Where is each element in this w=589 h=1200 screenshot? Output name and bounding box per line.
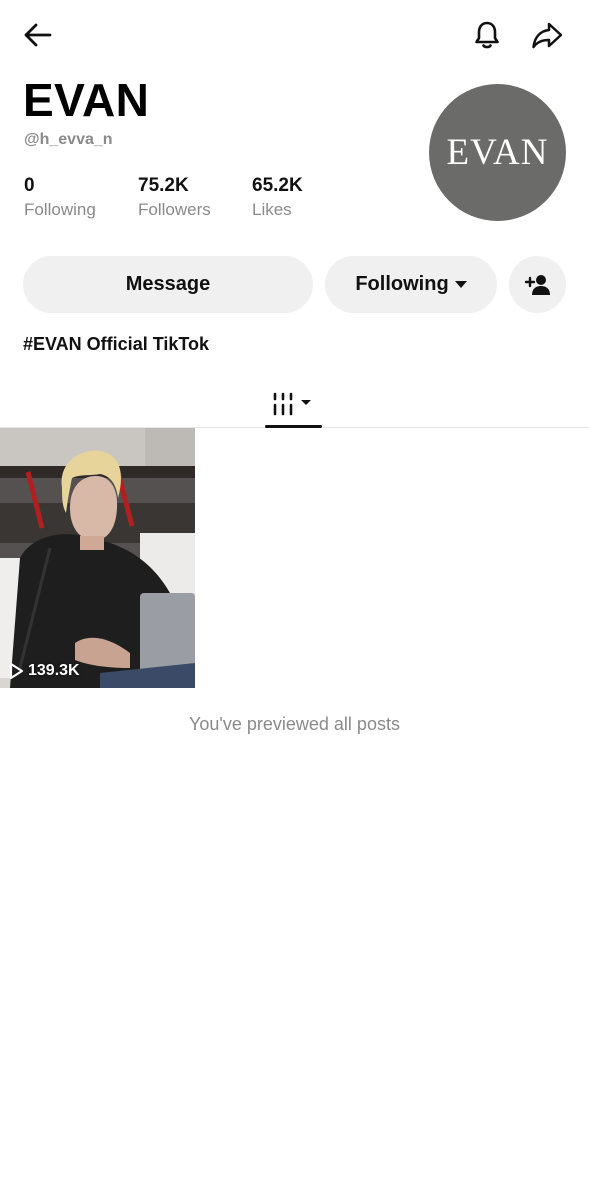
video-post-thumbnail[interactable]: 139.3K	[0, 428, 195, 688]
likes-label: Likes	[252, 200, 292, 219]
username-handle: @h_evva_n	[24, 131, 113, 148]
end-of-posts-message: You've previewed all posts	[189, 714, 400, 734]
following-stat[interactable]: 0 Following	[24, 174, 96, 222]
likes-stat[interactable]: 65.2K Likes	[252, 174, 303, 222]
followers-label: Followers	[138, 200, 211, 219]
display-name: EVAN	[23, 74, 150, 126]
message-button-label: Message	[125, 273, 211, 295]
profile-stats: 0 Following 75.2K Followers 65.2K Likes	[24, 174, 364, 224]
share-button[interactable]	[527, 15, 567, 55]
avatar-logo-text: EVAN	[446, 132, 549, 173]
play-icon	[9, 662, 24, 680]
following-count: 0	[24, 175, 35, 196]
bell-icon	[475, 21, 499, 49]
followers-stat[interactable]: 75.2K Followers	[138, 174, 211, 222]
following-button[interactable]: Following	[325, 256, 497, 313]
likes-count: 65.2K	[252, 175, 303, 196]
add-friend-button[interactable]	[509, 256, 566, 313]
following-button-label: Following	[355, 273, 449, 295]
add-user-icon	[524, 274, 550, 295]
following-label: Following	[24, 200, 96, 219]
grid-icon	[273, 392, 311, 416]
top-bar	[0, 0, 589, 72]
message-button[interactable]: Message	[23, 256, 313, 313]
active-tab-indicator	[265, 425, 322, 428]
avatar[interactable]: EVAN	[429, 84, 566, 221]
video-thumbnail-image	[0, 428, 195, 688]
back-button[interactable]	[18, 15, 58, 55]
view-count-text: 139.3K	[28, 662, 80, 679]
content-tab-bar	[0, 380, 589, 428]
back-arrow-icon	[24, 23, 52, 47]
followers-count: 75.2K	[138, 175, 189, 196]
bio-text: #EVAN Official TikTok	[23, 334, 210, 354]
notifications-button[interactable]	[467, 15, 507, 55]
share-icon	[532, 22, 563, 49]
caret-down-icon	[454, 281, 467, 288]
tab-videos[interactable]	[265, 380, 322, 428]
view-count: 139.3K	[8, 662, 80, 680]
